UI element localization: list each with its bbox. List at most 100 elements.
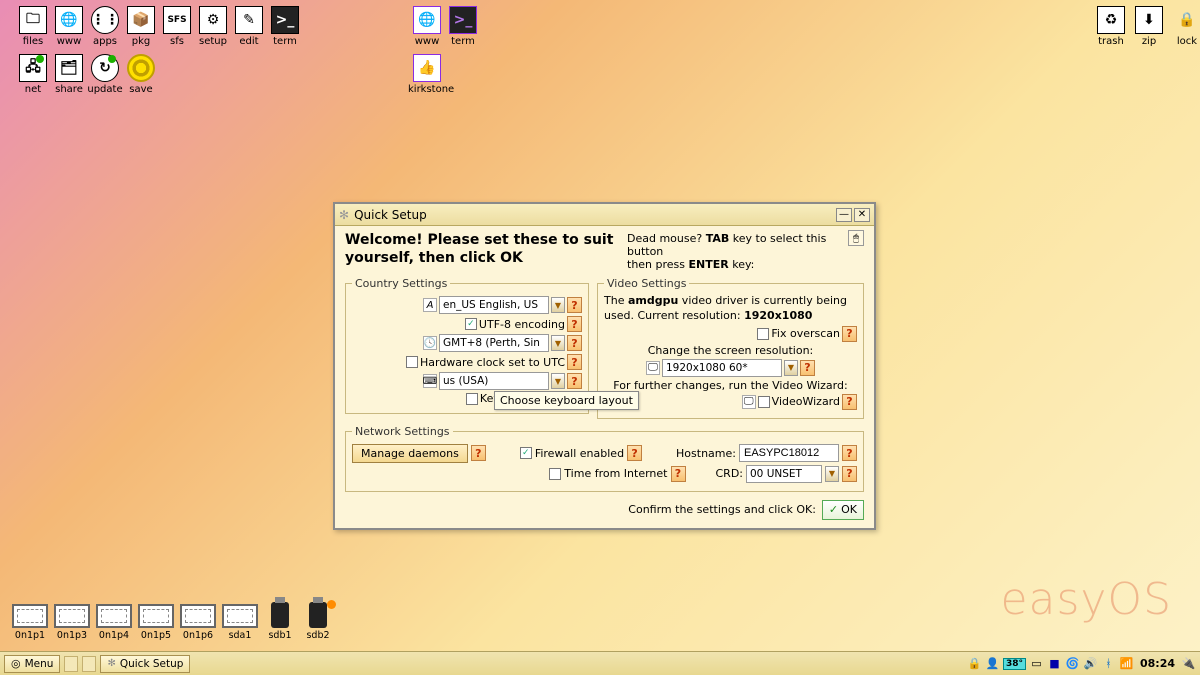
drive-sdb2[interactable]: sdb2	[296, 602, 340, 641]
locale-dropdown-icon[interactable]: ▼	[551, 297, 565, 313]
keyboard-dropdown-icon[interactable]: ▼	[551, 373, 565, 389]
icon-label: trash	[1092, 36, 1130, 47]
desktop-icon-share[interactable]: 🗂share	[50, 54, 88, 95]
tray-icon-update[interactable]: 🌀	[1065, 656, 1080, 671]
desktop-icon-files[interactable]: 🗀files	[14, 6, 52, 47]
videowizard-checkbox[interactable]	[758, 396, 770, 408]
tray-icon-status[interactable]: ■	[1047, 656, 1062, 671]
tray-temperature[interactable]: 38°	[1003, 658, 1026, 670]
icon-label: setup	[194, 36, 232, 47]
desktop-icon-zip[interactable]: ⬇zip	[1130, 6, 1168, 47]
crd-help-button[interactable]: ?	[842, 466, 857, 482]
tray-icon-network[interactable]: 📶	[1119, 656, 1134, 671]
hostname-label: Hostname:	[676, 447, 736, 460]
desktop-icon-lock[interactable]: 🔒lock	[1168, 6, 1200, 47]
locale-help-button[interactable]: ?	[567, 297, 582, 313]
drive-label: sda1	[218, 630, 262, 641]
drive-sda1[interactable]: sda1	[218, 604, 262, 641]
overscan-checkbox[interactable]	[757, 328, 769, 340]
tray-icon-volume[interactable]: 🔊	[1083, 656, 1098, 671]
taskbar: Menu Quick Setup 🔒 👤 38° ▭ ■ 🌀 🔊 ᚼ 📶 08:…	[0, 651, 1200, 675]
utf8-label: UTF-8 encoding	[479, 318, 565, 331]
drive-0n1p3[interactable]: 0n1p3	[50, 604, 94, 641]
hwclock-help-button[interactable]: ?	[567, 354, 582, 370]
drive-label: sdb2	[296, 630, 340, 641]
menu-button[interactable]: Menu	[4, 655, 60, 673]
resolution-help-button[interactable]: ?	[800, 360, 815, 376]
keyboard-help-button[interactable]: ?	[567, 373, 582, 389]
drive-0n1p1[interactable]: 0n1p1	[8, 604, 52, 641]
taskbar-task-quick-setup[interactable]: Quick Setup	[100, 655, 190, 673]
desktop-icon-www-container[interactable]: 🌐www	[408, 6, 446, 47]
drive-label: 0n1p6	[176, 630, 220, 641]
locale-select[interactable]: en_US English, US	[439, 296, 549, 314]
desktop-icon-update[interactable]: ↻update	[86, 54, 124, 95]
time-internet-checkbox[interactable]	[549, 468, 561, 480]
quick-setup-window: ✻ Quick Setup — ✕ Welcome! Please set th…	[333, 202, 876, 530]
desktop-icon-save[interactable]: save	[122, 54, 160, 95]
firewall-help-button[interactable]: ?	[627, 445, 642, 461]
manage-daemons-help-button[interactable]: ?	[471, 445, 486, 461]
desktop-icon-sfs[interactable]: SFSsfs	[158, 6, 196, 47]
minimize-button[interactable]: —	[836, 208, 852, 222]
firewall-checkbox[interactable]	[520, 447, 532, 459]
drive-0n1p4[interactable]: 0n1p4	[92, 604, 136, 641]
country-settings-group: Country Settings A en_US English, US ▼ ?…	[345, 277, 589, 414]
network-legend: Network Settings	[352, 425, 453, 438]
desktop-icon-apps[interactable]: ⋮⋮apps	[86, 6, 124, 47]
desktop-icon-term-container[interactable]: >_term	[444, 6, 482, 47]
hwclock-checkbox[interactable]	[406, 356, 418, 368]
desktop-icon-edit[interactable]: ✎edit	[230, 6, 268, 47]
overscan-help-button[interactable]: ?	[842, 326, 857, 342]
titlebar[interactable]: ✻ Quick Setup — ✕	[335, 204, 874, 226]
keyboard-tooltip: Choose keyboard layout	[494, 391, 639, 410]
hostname-input[interactable]	[739, 444, 839, 462]
drive-0n1p6[interactable]: 0n1p6	[176, 604, 220, 641]
tray-icon-battery[interactable]: 🔌	[1181, 656, 1196, 671]
tray-icon-bluetooth[interactable]: ᚼ	[1101, 656, 1116, 671]
icon-label: share	[50, 84, 88, 95]
icon-label: pkg	[122, 36, 160, 47]
keyboard-select[interactable]: us (USA)	[439, 372, 549, 390]
desktop-icon-kirkstone[interactable]: 👍kirkstone	[408, 54, 446, 95]
tray-icon-user[interactable]: 👤	[985, 656, 1000, 671]
videowizard-help-button[interactable]: ?	[842, 394, 857, 410]
icon-label: apps	[86, 36, 124, 47]
desktop-icon-term[interactable]: >_term	[266, 6, 304, 47]
utf8-help-button[interactable]: ?	[567, 316, 582, 332]
drive-0n1p5[interactable]: 0n1p5	[134, 604, 178, 641]
desktop-icon-net[interactable]: 🖧net	[14, 54, 52, 95]
resolution-select[interactable]: 1920x1080 60*	[662, 359, 782, 377]
crd-dropdown-icon[interactable]: ▼	[825, 466, 839, 482]
locale-icon: A	[423, 298, 437, 312]
desktop-icon-setup[interactable]: ⚙setup	[194, 6, 232, 47]
timezone-select[interactable]: GMT+8 (Perth, Sin	[439, 334, 549, 352]
close-button[interactable]: ✕	[854, 208, 870, 222]
crd-select[interactable]: 00 UNSET	[746, 465, 822, 483]
desktop-icon-trash[interactable]: ♻trash	[1092, 6, 1130, 47]
show-desktop-button[interactable]	[64, 656, 78, 672]
manage-daemons-button[interactable]: Manage daemons	[352, 444, 468, 463]
utf8-checkbox[interactable]	[465, 318, 477, 330]
icon-label: lock	[1168, 36, 1200, 47]
tray-icon-clipboard[interactable]: ▭	[1029, 656, 1044, 671]
time-internet-help-button[interactable]: ?	[671, 466, 686, 482]
numlock-checkbox[interactable]	[466, 393, 478, 405]
ok-button[interactable]: OK	[822, 500, 864, 520]
timezone-help-button[interactable]: ?	[567, 335, 582, 351]
desktop-icon-pkg[interactable]: 📦pkg	[122, 6, 160, 47]
icon-label: term	[444, 36, 482, 47]
tray-icon-lock[interactable]: 🔒	[967, 656, 982, 671]
dead-mouse-button[interactable]: 🖱	[848, 230, 864, 246]
icon-label: kirkstone	[408, 84, 446, 95]
timezone-dropdown-icon[interactable]: ▼	[551, 335, 565, 351]
tray-clock[interactable]: 08:24	[1137, 657, 1178, 670]
workspace-switcher[interactable]	[82, 656, 96, 672]
resolution-dropdown-icon[interactable]: ▼	[784, 360, 798, 376]
desktop-icon-www[interactable]: 🌐www	[50, 6, 88, 47]
hostname-help-button[interactable]: ?	[842, 445, 857, 461]
system-tray: 🔒 👤 38° ▭ ■ 🌀 🔊 ᚼ 📶 08:24 🔌	[967, 656, 1196, 671]
videowizard-icon[interactable]: 🖵	[742, 395, 756, 409]
dead-mouse-hint: Dead mouse? TAB key to select this butto…	[627, 232, 864, 271]
window-icon: ✻	[339, 208, 349, 222]
